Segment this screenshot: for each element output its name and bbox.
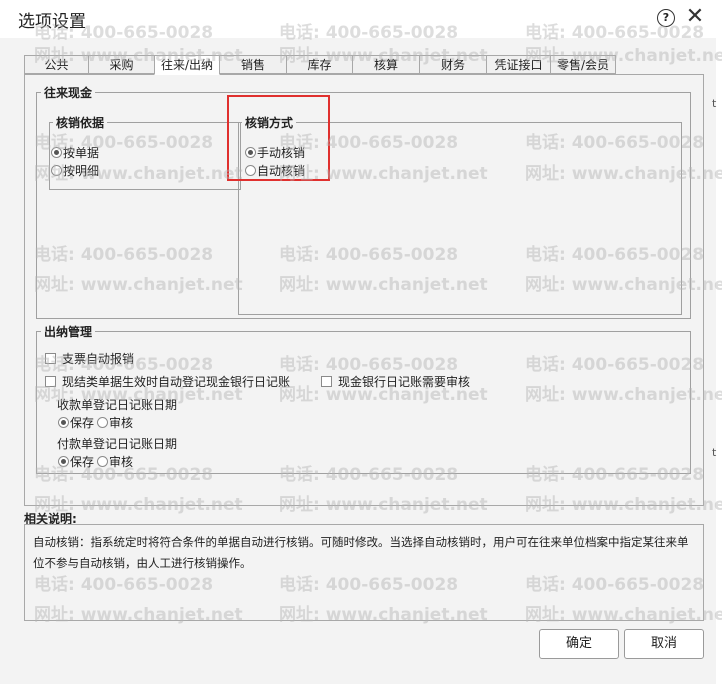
checkbox-cheque-auto-reimburse[interactable]: 支票自动报销 <box>45 350 134 367</box>
chuna-group-title: 出纳管理 <box>41 323 96 340</box>
radio-payment-audit[interactable]: 审核 <box>97 453 133 470</box>
checkbox[interactable] <box>45 353 56 364</box>
description-box: 自动核销：指系统定时将符合条件的单据自动进行核销。可随时修改。当选择自动核销时，… <box>24 524 704 621</box>
checkbox-journal-needs-audit[interactable]: 现金银行日记账需要审核 <box>321 373 470 390</box>
title-bar: 选项设置 ? ✕ <box>0 0 722 38</box>
radio-label: 审核 <box>109 455 134 469</box>
tab-finance[interactable]: 财务 <box>419 55 487 74</box>
radio-receipt-save[interactable]: 保存 <box>58 414 94 431</box>
tab-accounting[interactable]: 核算 <box>352 55 420 74</box>
basis-group: 核销依据 按单据 按明细 <box>49 114 241 190</box>
chuna-group: 出纳管理 支票自动报销 现结类单据生效时自动登记现金银行日记账 现金银行日记账需… <box>36 323 691 474</box>
radio-receipt-audit[interactable]: 审核 <box>97 414 133 431</box>
radio-label: 保存 <box>70 416 95 430</box>
checkbox-label: 现结类单据生效时自动登记现金银行日记账 <box>62 375 291 389</box>
tab-sales[interactable]: 销售 <box>219 55 287 74</box>
radio-label: 按明细 <box>63 164 100 178</box>
radio-button[interactable] <box>51 165 62 176</box>
window-title: 选项设置 <box>18 12 86 32</box>
radio-button-selected[interactable] <box>58 417 69 428</box>
radio-button[interactable] <box>97 417 108 428</box>
help-icon[interactable]: ? <box>657 9 675 27</box>
background-window-edge <box>716 38 722 684</box>
tab-inventory[interactable]: 库存 <box>286 55 353 74</box>
checkbox-label: 现金银行日记账需要审核 <box>338 375 471 389</box>
description-text: 自动核销：指系统定时将符合条件的单据自动进行核销。可随时修改。当选择自动核销时，… <box>33 535 689 570</box>
tab-common[interactable]: 公共 <box>24 55 89 74</box>
tab-purchase[interactable]: 采购 <box>88 55 155 74</box>
radio-button-selected[interactable] <box>51 147 62 158</box>
background-text: t <box>712 446 717 459</box>
options-dialog: 选项设置 ? ✕ t t 公共 采购 往来/出纳 销售 库存 核算 财务 凭证接… <box>0 0 722 684</box>
radio-by-document[interactable]: 按单据 <box>51 144 99 161</box>
radio-label: 保存 <box>70 455 95 469</box>
tab-panel: 往来现金 核销依据 按单据 按明细 核销方式 手动核销 自动核销 出纳管理 支票… <box>24 74 704 506</box>
radio-payment-save[interactable]: 保存 <box>58 453 94 470</box>
background-text: t <box>712 97 717 110</box>
close-icon[interactable]: ✕ <box>684 4 706 30</box>
tab-receivable-cashier[interactable]: 往来/出纳 <box>154 55 220 75</box>
payment-date-label: 付款单登记日记账日期 <box>57 437 178 451</box>
radio-label: 按单据 <box>63 146 100 160</box>
radio-by-detail[interactable]: 按明细 <box>51 162 99 179</box>
tab-retail-member[interactable]: 零售/会员 <box>550 55 616 74</box>
wanglai-group: 往来现金 核销依据 按单据 按明细 核销方式 手动核销 自动核销 <box>36 84 691 319</box>
radio-button[interactable] <box>97 456 108 467</box>
checkbox[interactable] <box>45 376 56 387</box>
cancel-button[interactable]: 取消 <box>624 629 704 659</box>
wanglai-group-title: 往来现金 <box>41 84 96 101</box>
radio-label: 审核 <box>109 416 134 430</box>
tab-voucher-interface[interactable]: 凭证接口 <box>486 55 551 74</box>
basis-group-title: 核销依据 <box>53 114 108 131</box>
checkbox-auto-journal[interactable]: 现结类单据生效时自动登记现金银行日记账 <box>45 373 290 390</box>
receipt-date-label: 收款单登记日记账日期 <box>57 398 178 412</box>
highlight-box <box>227 95 330 181</box>
ok-button[interactable]: 确定 <box>539 629 619 659</box>
checkbox-label: 支票自动报销 <box>62 352 135 366</box>
radio-button-selected[interactable] <box>58 456 69 467</box>
checkbox[interactable] <box>321 376 332 387</box>
